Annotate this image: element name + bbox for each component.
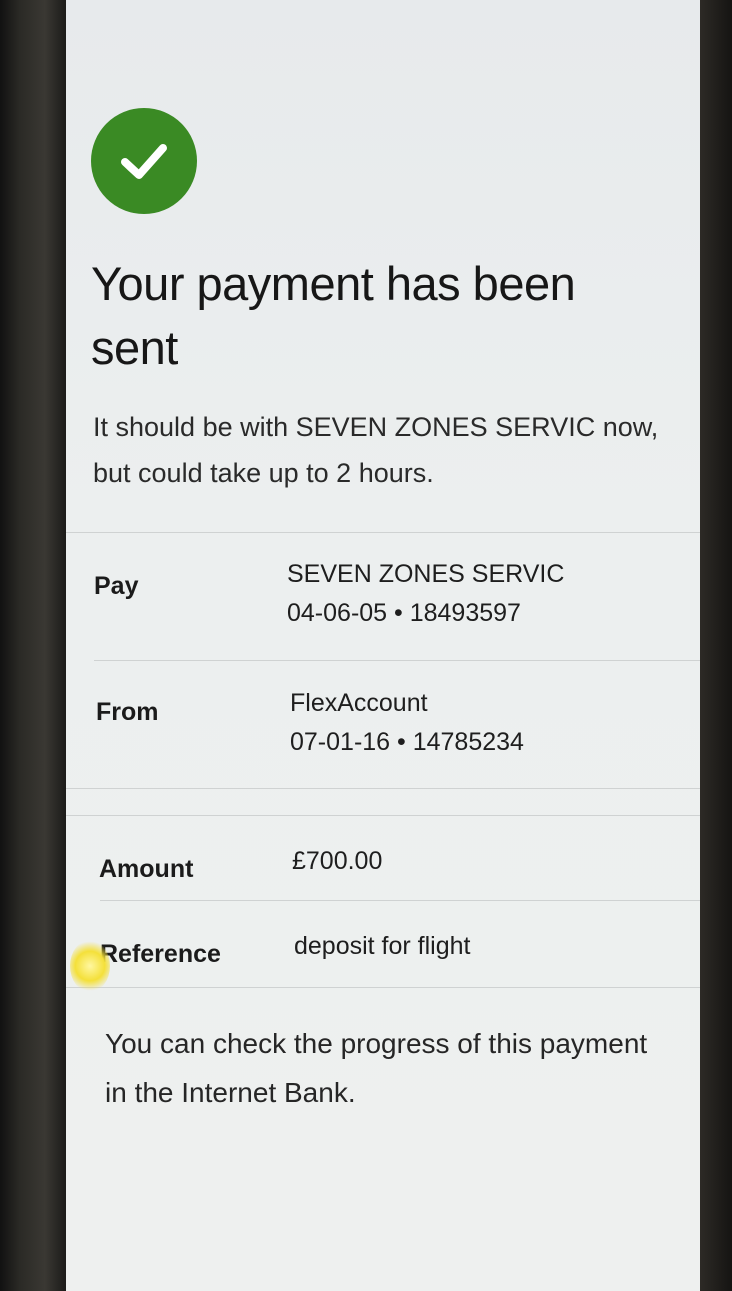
pay-label: Pay xyxy=(94,572,139,600)
payee-name: SEVEN ZONES SERVIC xyxy=(287,560,565,588)
details-divider-bottom xyxy=(66,987,700,988)
payee-details: SEVEN ZONES SERVIC 04-06-05 • 18493597 xyxy=(287,555,564,633)
from-label: From xyxy=(96,698,159,726)
payment-confirmation-screen: Your payment has been sent It should be … xyxy=(66,0,700,1291)
payee-account-number: 04-06-05 • 18493597 xyxy=(287,599,521,627)
progress-info-text: You can check the progress of this payme… xyxy=(105,1028,648,1108)
details-divider-top xyxy=(66,532,700,533)
details-divider xyxy=(94,660,700,661)
details-divider xyxy=(66,788,700,789)
amount-value: £700.00 xyxy=(292,847,383,875)
amount-label: Amount xyxy=(99,855,194,883)
details-divider xyxy=(66,815,700,816)
phone-bezel xyxy=(700,0,732,1291)
reference-value: deposit for flight xyxy=(294,932,471,960)
check-circle-icon xyxy=(91,108,197,214)
source-account-details: FlexAccount 07-01-16 • 14785234 xyxy=(290,684,524,762)
reference-label: Reference xyxy=(100,940,221,968)
phone-device: Your payment has been sent It should be … xyxy=(0,0,732,1291)
details-divider xyxy=(100,900,700,901)
page-title: Your payment has been sent xyxy=(91,257,576,374)
source-account-number: 07-01-16 • 14785234 xyxy=(290,728,524,756)
confirmation-message: It should be with SEVEN ZONES SERVIC now… xyxy=(93,412,659,488)
source-account-name: FlexAccount xyxy=(290,689,428,717)
